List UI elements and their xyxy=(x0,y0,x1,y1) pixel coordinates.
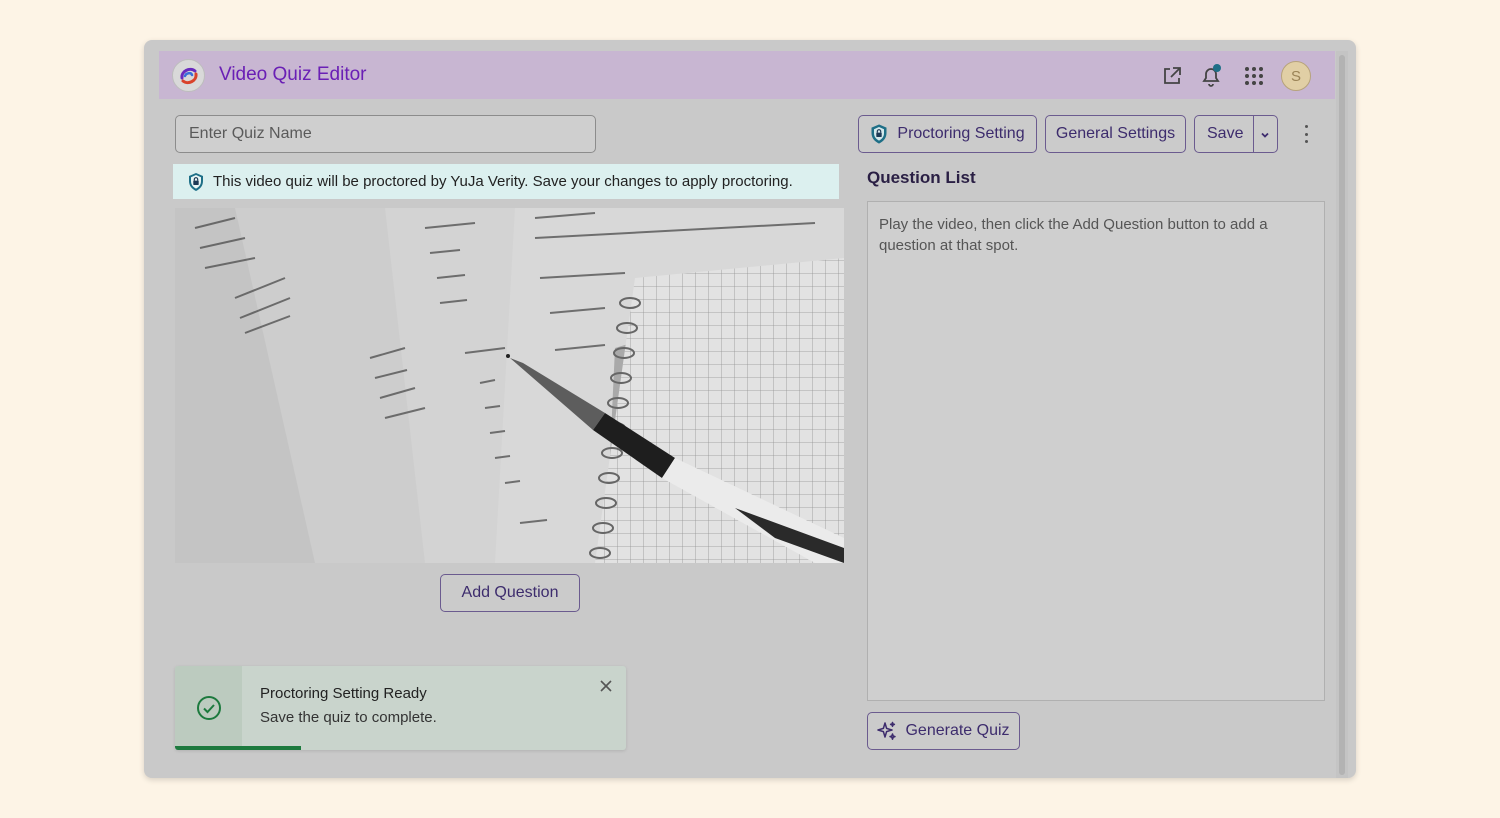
general-settings-label: General Settings xyxy=(1055,125,1176,142)
save-button[interactable]: Save xyxy=(1194,115,1278,153)
general-settings-button[interactable]: General Settings xyxy=(1045,115,1186,153)
sparkle-icon xyxy=(877,721,897,741)
chevron-down-icon[interactable] xyxy=(1259,128,1271,146)
shield-lock-icon xyxy=(870,124,888,144)
page-title: Video Quiz Editor xyxy=(219,64,367,85)
app-header: Video Quiz Editor S xyxy=(159,51,1335,99)
question-list-empty-text: Play the video, then click the Add Quest… xyxy=(879,216,1268,254)
proctoring-setting-button[interactable]: Proctoring Setting xyxy=(858,115,1037,153)
quiz-name-input[interactable] xyxy=(175,115,596,153)
bell-icon[interactable] xyxy=(1198,63,1224,89)
apps-grid-icon[interactable] xyxy=(1241,63,1267,89)
generate-quiz-label: Generate Quiz xyxy=(905,722,1010,739)
editor-window: Video Quiz Editor S Enter Quiz Name Proc… xyxy=(144,40,1356,778)
toast-icon-area xyxy=(175,666,242,750)
question-list-panel: Play the video, then click the Add Quest… xyxy=(867,201,1325,701)
proctoring-notice-text: This video quiz will be proctored by YuJ… xyxy=(213,173,793,190)
video-player[interactable] xyxy=(175,208,844,563)
shield-lock-icon xyxy=(187,172,205,192)
toast-message: Save the quiz to complete. xyxy=(260,709,437,726)
question-list-title: Question List xyxy=(867,168,976,187)
user-avatar[interactable]: S xyxy=(1281,61,1311,91)
window-scrollbar[interactable] xyxy=(1336,51,1348,778)
toast-title: Proctoring Setting Ready xyxy=(260,685,427,702)
proctoring-setting-label: Proctoring Setting xyxy=(897,125,1025,142)
more-options-icon[interactable] xyxy=(1296,122,1316,146)
video-frame-image xyxy=(175,208,844,563)
close-icon[interactable] xyxy=(598,678,614,694)
app-logo xyxy=(172,59,205,92)
proctoring-notice: This video quiz will be proctored by YuJ… xyxy=(173,164,839,199)
add-question-label: Add Question xyxy=(461,584,559,601)
generate-quiz-button[interactable]: Generate Quiz xyxy=(867,712,1020,750)
toast-progress-bar xyxy=(175,746,302,750)
save-label: Save xyxy=(1207,125,1244,142)
save-divider xyxy=(1253,116,1254,152)
open-external-icon[interactable] xyxy=(1159,63,1185,89)
check-circle-icon xyxy=(196,695,222,721)
toast-notification: Proctoring Setting Ready Save the quiz t… xyxy=(175,666,626,750)
add-question-button[interactable]: Add Question xyxy=(440,574,580,612)
